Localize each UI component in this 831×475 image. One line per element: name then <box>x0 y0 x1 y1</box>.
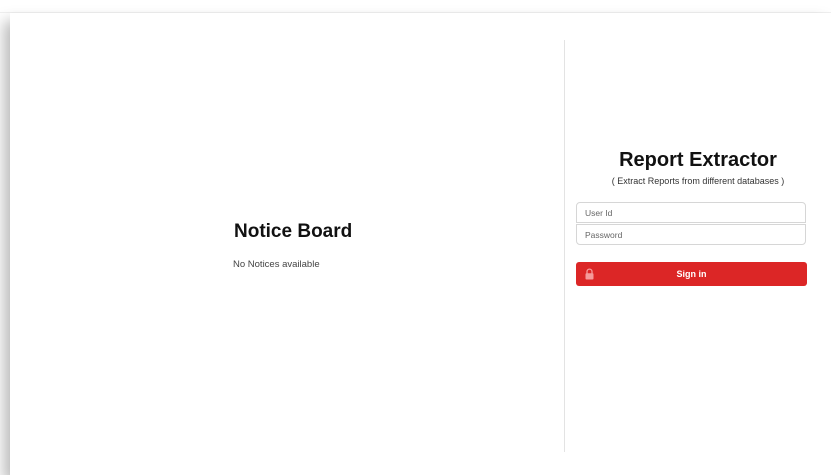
page-card: Notice Board No Notices available Report… <box>10 13 831 475</box>
notice-board-title: Notice Board <box>234 221 353 242</box>
notice-empty-text: No Notices available <box>233 259 320 270</box>
password-input[interactable] <box>576 224 806 245</box>
notice-board-panel: Notice Board No Notices available <box>10 13 564 475</box>
app-subtitle: ( Extract Reports from different databas… <box>611 176 785 186</box>
user-id-input[interactable] <box>576 202 806 223</box>
sign-in-button[interactable]: Sign in <box>576 262 807 286</box>
sign-in-label: Sign in <box>676 269 707 279</box>
top-bar <box>0 0 831 13</box>
login-panel: Report Extractor ( Extract Reports from … <box>565 13 831 475</box>
app-title: Report Extractor <box>619 149 777 171</box>
